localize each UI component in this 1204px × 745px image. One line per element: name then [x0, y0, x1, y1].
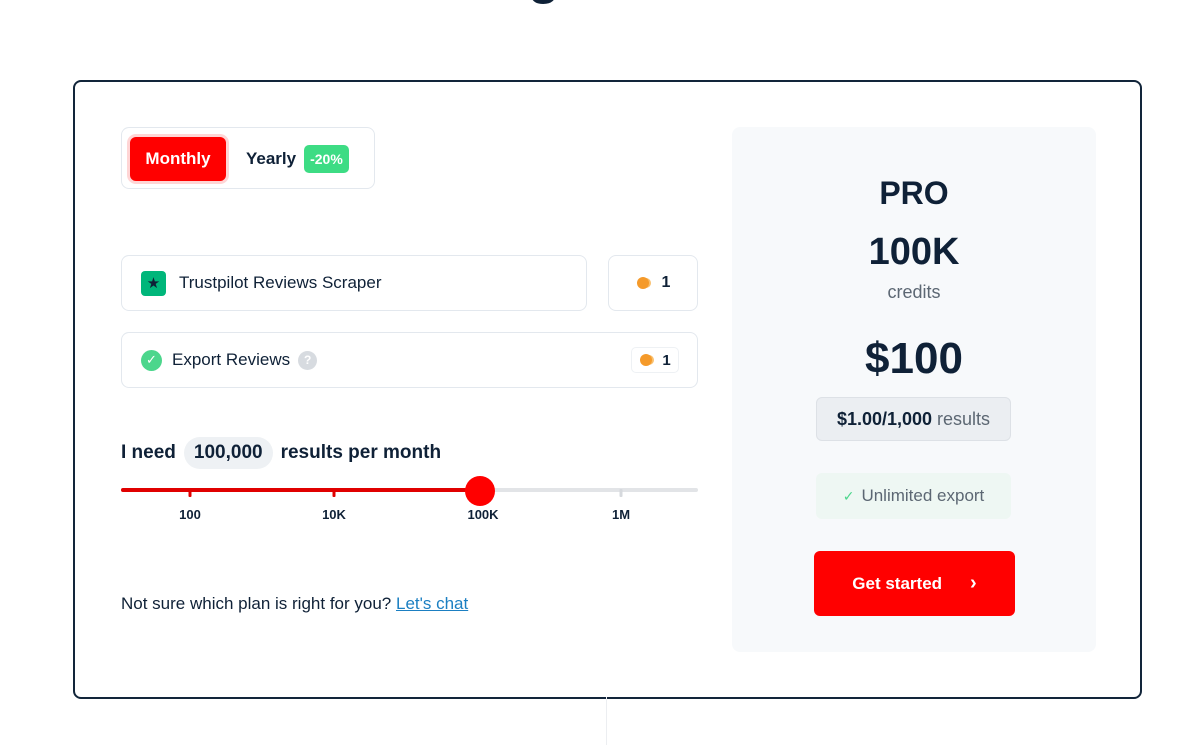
scraper-name: Trustpilot Reviews Scraper — [179, 273, 382, 292]
slider-thumb[interactable] — [465, 476, 495, 506]
get-started-button[interactable]: Get started › — [814, 551, 1015, 616]
slider-tick — [188, 489, 192, 497]
coin-icon — [639, 353, 655, 367]
addon-credit-value: 1 — [662, 351, 671, 369]
plan-summary-panel: PRO 100K credits $100 $1.00/1,000 result… — [732, 127, 1096, 652]
feature-badge: ✓ Unlimited export — [816, 473, 1011, 519]
price-per-result: $1.00/1,000 results — [816, 397, 1011, 441]
rate-unit: results — [937, 408, 991, 429]
plan-price: $100 — [865, 334, 963, 383]
cta-label: Get started — [852, 573, 943, 593]
help-question: Not sure which plan is right for you? — [121, 594, 392, 613]
slider-fill — [121, 488, 480, 492]
slider-tick-label[interactable]: 100K — [467, 507, 498, 522]
volume-suffix: results per month — [280, 442, 442, 463]
rate-value: $1.00/1,000 — [836, 408, 933, 429]
discount-badge: -20% — [304, 145, 349, 173]
plan-help-text: Not sure which plan is right for you? Le… — [121, 594, 468, 614]
addon-name: Export Reviews — [172, 350, 291, 369]
export-reviews-addon[interactable]: ✓ Export Reviews ? 1 — [121, 332, 698, 388]
slider-tick — [332, 489, 336, 497]
coin-icon — [636, 276, 652, 290]
slider-tick-label[interactable]: 10K — [322, 507, 346, 522]
monthly-toggle-button[interactable]: Monthly — [130, 137, 226, 181]
addon-credit-cost: 1 — [631, 347, 679, 373]
credits-amount: 100K — [868, 231, 960, 273]
slider-tick-label[interactable]: 100 — [179, 507, 201, 522]
lets-chat-link[interactable]: Let's chat — [396, 594, 468, 613]
page-title-glyph: g — [528, 0, 560, 2]
billing-toggle: Monthly Yearly -20% — [121, 127, 375, 189]
yearly-toggle-button[interactable]: Yearly -20% — [246, 137, 349, 181]
checkmark-icon: ✓ — [842, 487, 855, 504]
scraper-credit-cost: 1 — [608, 255, 698, 311]
plan-name: PRO — [879, 175, 949, 211]
pricing-card: Monthly Yearly -20% ★ Trustpilot Reviews… — [73, 80, 1142, 699]
scraper-selector[interactable]: ★ Trustpilot Reviews Scraper — [121, 255, 587, 311]
volume-prefix: I need — [121, 442, 176, 463]
slider-tick — [619, 489, 623, 497]
check-circle-icon: ✓ — [141, 349, 162, 371]
credits-unit: credits — [887, 282, 941, 302]
chevron-right-icon: › — [970, 572, 977, 594]
bottom-divider — [606, 697, 607, 745]
question-icon[interactable]: ? — [298, 350, 318, 370]
volume-sentence: I need 100,000 results per month — [121, 437, 441, 469]
slider-tick-label[interactable]: 1M — [612, 507, 630, 522]
page-title-fragment: g — [528, 0, 568, 12]
volume-slider[interactable]: 100 10K 100K 1M — [121, 476, 698, 527]
yearly-label: Yearly — [246, 149, 297, 168]
trustpilot-star-icon: ★ — [141, 270, 166, 296]
feature-text: Unlimited export — [861, 486, 985, 505]
scraper-credit-value: 1 — [661, 274, 671, 291]
volume-amount: 100,000 — [183, 437, 273, 469]
